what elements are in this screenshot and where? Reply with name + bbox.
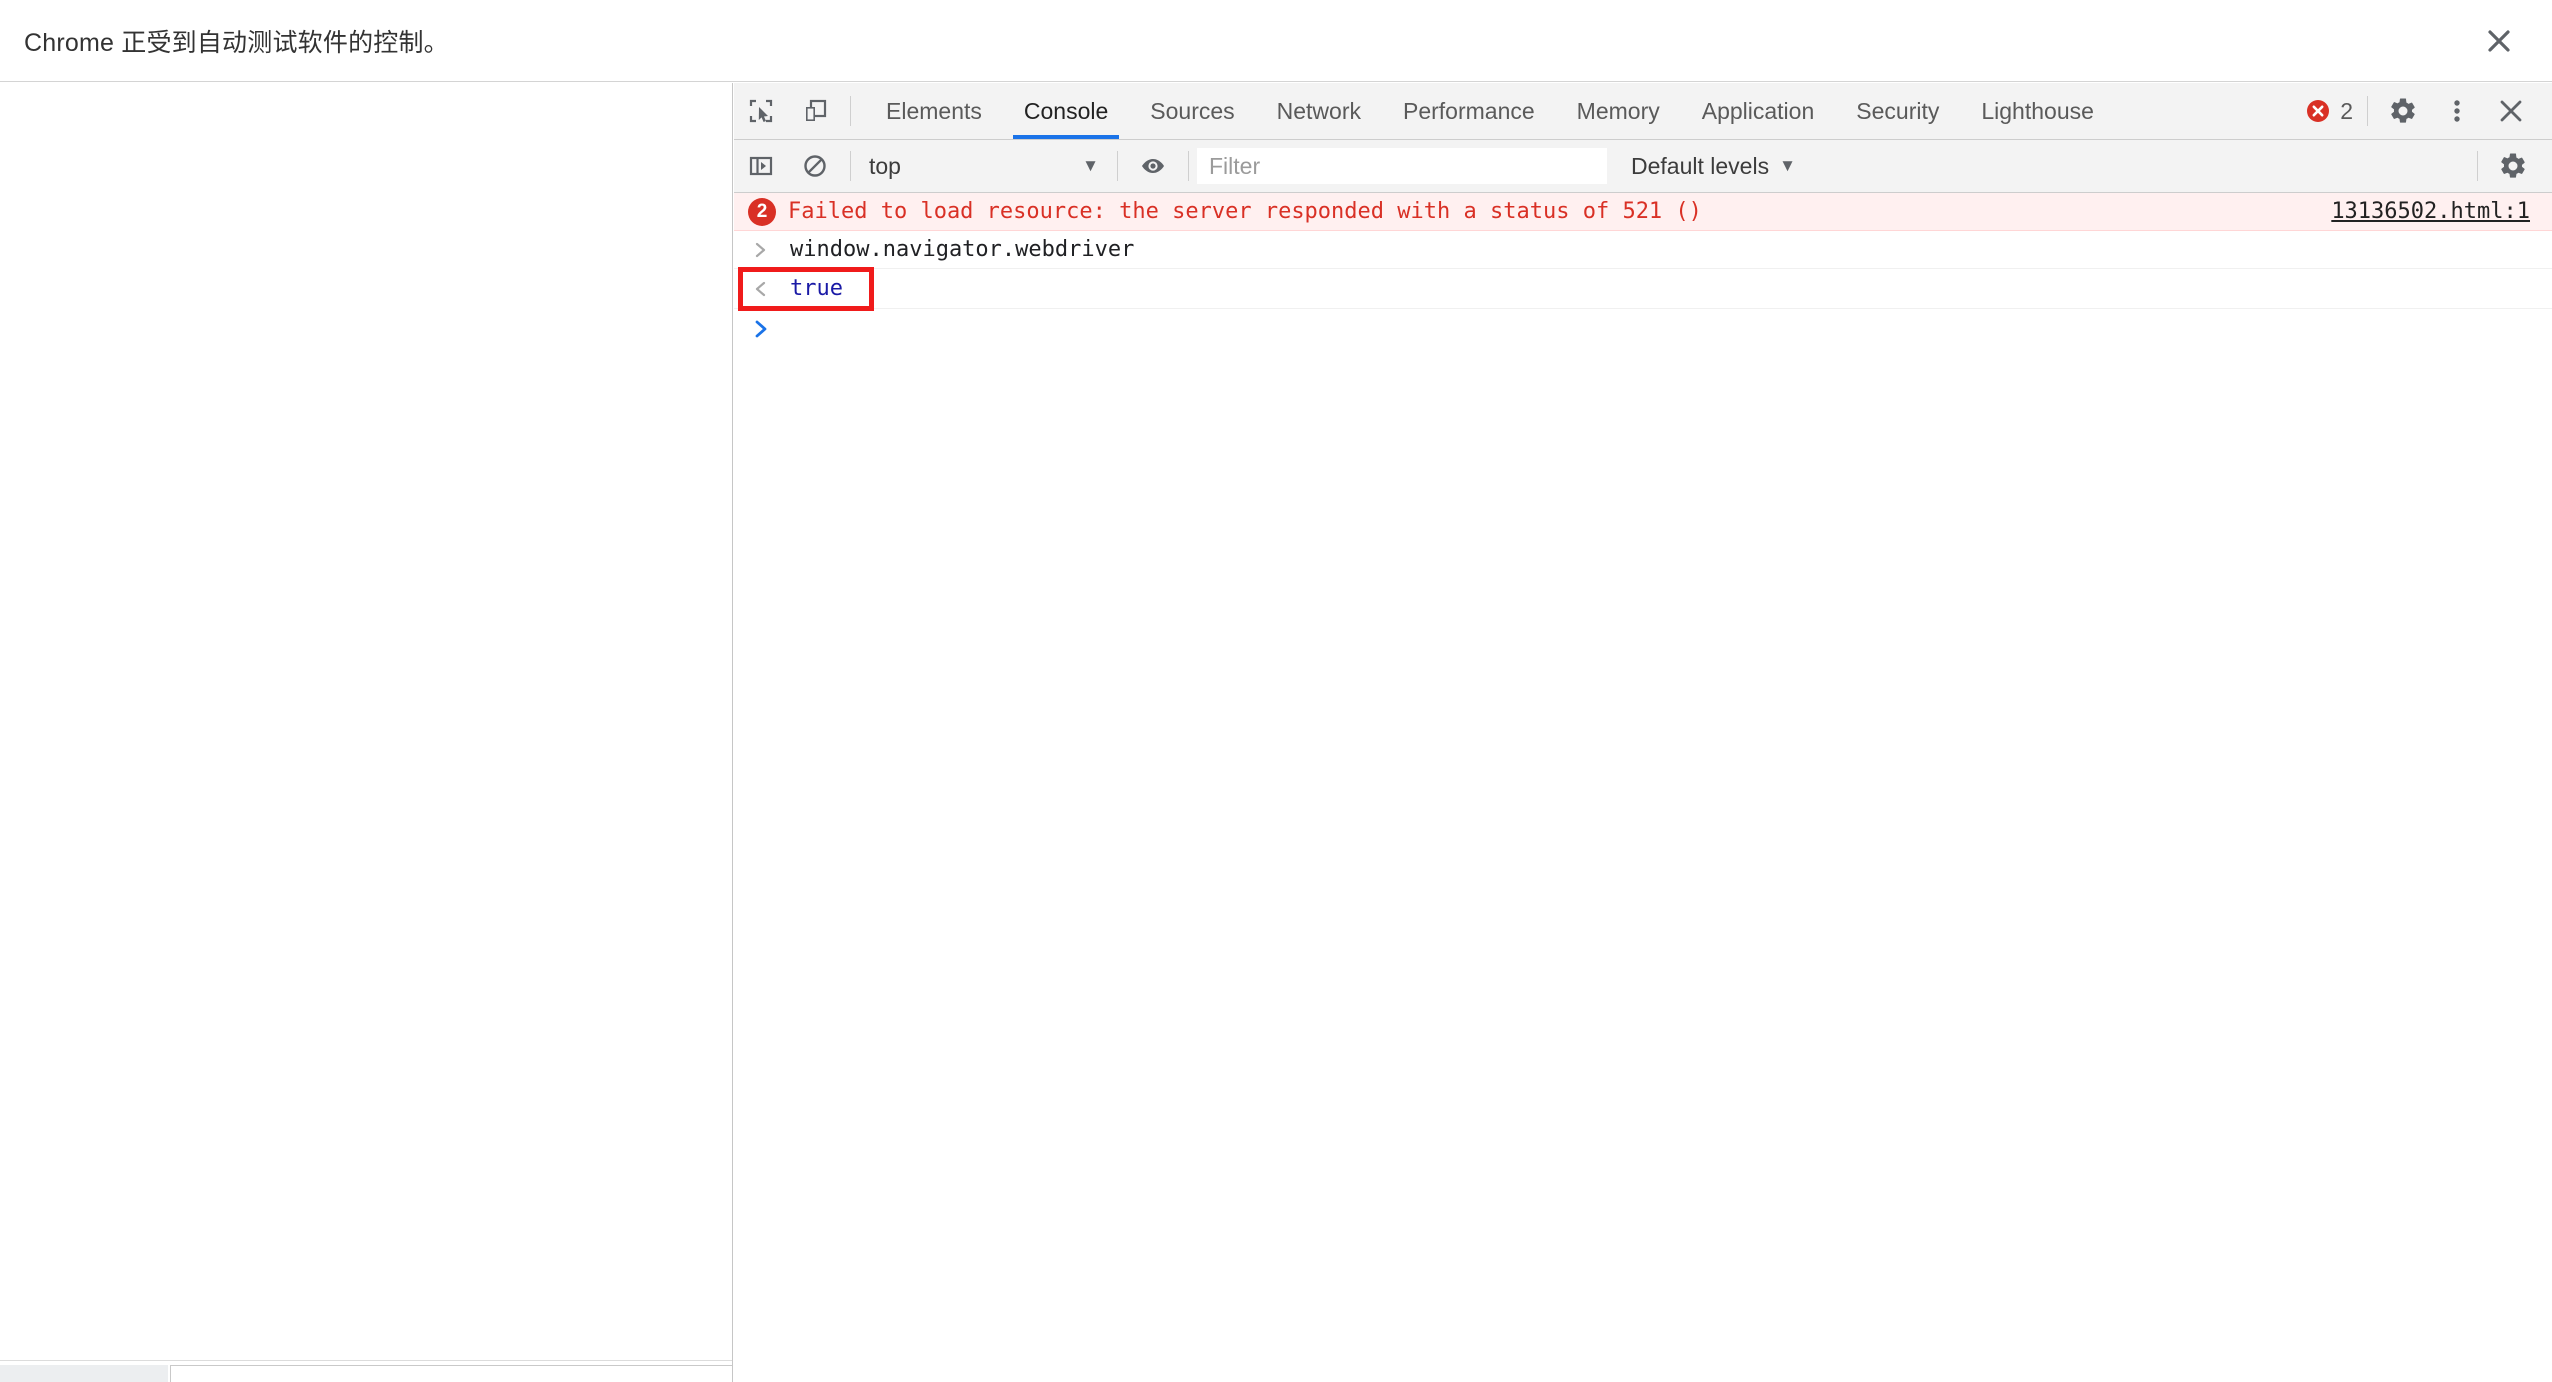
toolbar-divider — [2367, 96, 2368, 126]
console-settings-gear-icon[interactable] — [2486, 151, 2540, 181]
console-toolbar-actions — [2469, 151, 2552, 181]
tab-lighthouse[interactable]: Lighthouse — [1960, 83, 2115, 139]
tab-performance[interactable]: Performance — [1382, 83, 1556, 139]
error-count-badge: 2 — [748, 197, 776, 226]
console-sidebar-toggle-icon[interactable] — [734, 152, 788, 180]
error-count-badge[interactable]: 2 — [2299, 98, 2359, 125]
device-toolbar-icon[interactable] — [788, 83, 842, 139]
console-toolbar: top ▼ Default levels ▼ — [734, 140, 2552, 193]
devtools-tabbar: Elements Console Sources Network Perform… — [734, 83, 2552, 140]
toolbar-divider — [1188, 151, 1189, 181]
input-chevron-icon — [748, 241, 774, 259]
tab-label: Performance — [1403, 97, 1535, 124]
error-circle-x-icon — [2307, 100, 2330, 122]
console-input-text: window.navigator.webdriver — [790, 237, 1135, 262]
clear-console-icon[interactable] — [788, 152, 842, 180]
tab-sources[interactable]: Sources — [1129, 83, 1255, 139]
execution-context-select[interactable]: top ▼ — [859, 147, 1109, 185]
tab-label: Lighthouse — [1981, 97, 2094, 124]
chevron-down-icon: ▼ — [1082, 156, 1099, 175]
execution-context-label: top — [869, 152, 901, 179]
tab-elements[interactable]: Elements — [865, 83, 1003, 139]
devtools-toolbar-actions: 2 — [2299, 83, 2552, 139]
console-result-message[interactable]: true — [734, 269, 2552, 309]
automation-infobar: Chrome 正受到自动测试软件的控制。 — [0, 0, 2552, 82]
tab-label: Security — [1856, 97, 1940, 124]
tab-label: Console — [1023, 97, 1109, 124]
tab-memory[interactable]: Memory — [1556, 83, 1681, 139]
devtools-tab-list: Elements Console Sources Network Perform… — [865, 83, 2115, 139]
page-viewport — [0, 83, 733, 1382]
prompt-chevron-icon — [748, 319, 774, 339]
tab-console[interactable]: Console — [1003, 83, 1129, 139]
gear-icon[interactable] — [2376, 96, 2430, 126]
toolbar-divider — [850, 96, 851, 126]
error-count-label: 2 — [2340, 97, 2353, 124]
toolbar-divider — [2477, 151, 2478, 181]
console-result-text: true — [790, 276, 843, 301]
console-input-message[interactable]: window.navigator.webdriver — [734, 231, 2552, 269]
kebab-menu-icon[interactable] — [2430, 96, 2484, 126]
console-error-message[interactable]: 2 Failed to load resource: the server re… — [734, 193, 2552, 231]
filter-input[interactable] — [1197, 148, 1607, 184]
console-message-list: 2 Failed to load resource: the server re… — [734, 193, 2552, 1382]
close-icon[interactable] — [2480, 22, 2518, 60]
chevron-down-icon: ▼ — [1779, 156, 1796, 175]
toolbar-divider — [1117, 151, 1118, 181]
tab-label: Application — [1701, 97, 1815, 124]
tab-application[interactable]: Application — [1681, 83, 1836, 139]
scrollbar-thumb[interactable] — [0, 1365, 168, 1382]
page-horizontal-scrollbar[interactable] — [0, 1360, 732, 1382]
tab-label: Elements — [886, 97, 982, 124]
error-message-text: Failed to load resource: the server resp… — [788, 199, 1702, 224]
devtools-close-icon[interactable] — [2484, 97, 2538, 125]
tab-label: Sources — [1150, 97, 1235, 124]
tab-network[interactable]: Network — [1256, 83, 1382, 139]
log-levels-label: Default levels — [1631, 152, 1770, 179]
devtools-panel: Elements Console Sources Network Perform… — [734, 83, 2552, 1382]
tab-label: Network — [1276, 97, 1361, 124]
live-expression-eye-icon[interactable] — [1126, 152, 1180, 180]
console-prompt-row[interactable] — [734, 309, 2552, 349]
infobar-message: Chrome 正受到自动测试软件的控制。 — [24, 28, 449, 57]
toolbar-divider — [850, 151, 851, 181]
tab-security[interactable]: Security — [1835, 83, 1960, 139]
scrollbar-track[interactable] — [170, 1365, 732, 1382]
error-source-link[interactable]: 13136502.html:1 — [2331, 199, 2530, 224]
tab-label: Memory — [1576, 97, 1660, 124]
log-levels-select[interactable]: Default levels ▼ — [1621, 147, 1806, 185]
result-chevron-icon — [748, 280, 774, 298]
inspect-element-icon[interactable] — [734, 83, 788, 139]
